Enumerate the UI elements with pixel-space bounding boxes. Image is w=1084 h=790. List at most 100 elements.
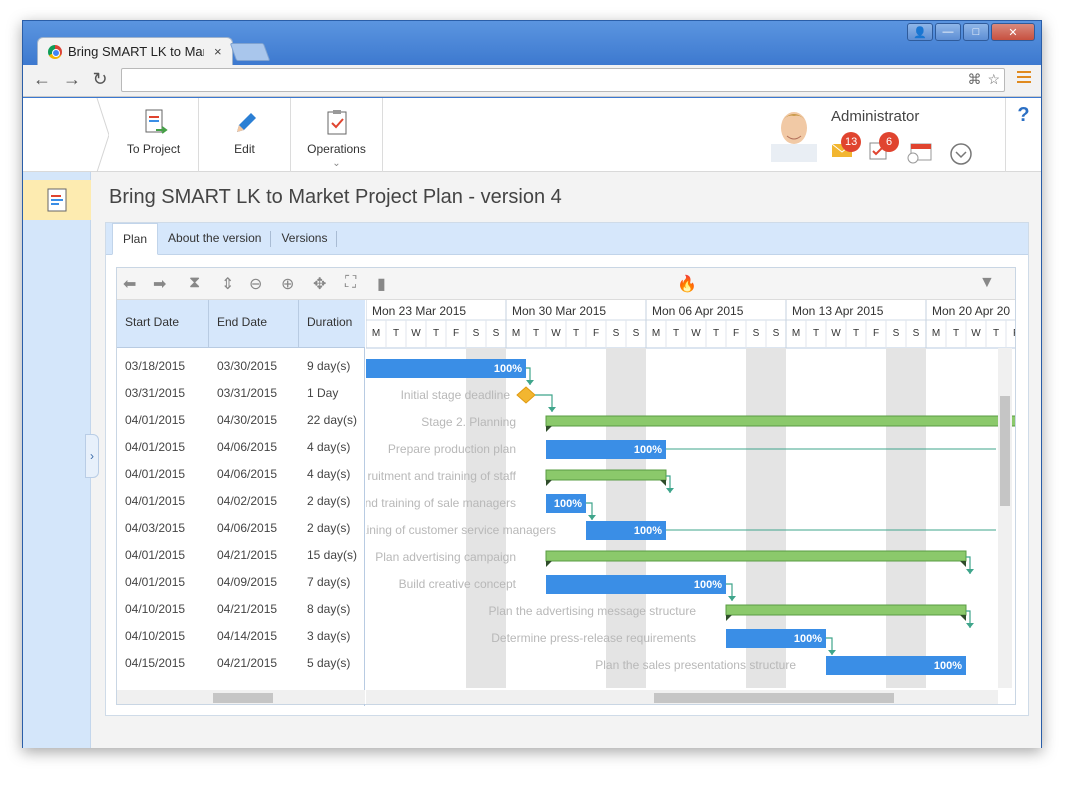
minimize-button[interactable]: —	[935, 23, 961, 41]
task-progress-label: 100%	[494, 363, 522, 375]
task-label: Build creative concept	[399, 577, 517, 591]
calendar-icon[interactable]	[907, 142, 933, 169]
day-letter: W	[411, 328, 421, 339]
end-date-cell: 03/30/2015	[217, 358, 278, 373]
day-letter: T	[433, 328, 439, 339]
table-row[interactable]: 04/10/2015 04/14/2015 3 day(s)	[117, 622, 365, 649]
maximize-button[interactable]: □	[963, 23, 989, 41]
pencil-icon	[231, 108, 259, 136]
start-date-cell: 04/15/2015	[125, 655, 186, 670]
back-arrow-icon[interactable]: ←	[31, 69, 53, 90]
day-letter: T	[713, 328, 719, 339]
day-letter: S	[773, 328, 780, 339]
task-label: Prepare production plan	[388, 442, 516, 456]
task-label: Determine press-release requirements	[491, 631, 696, 645]
day-letter: M	[792, 328, 800, 339]
to-project-label: To Project	[126, 142, 181, 156]
chrome-logo-icon	[48, 44, 62, 59]
tab-versions[interactable]: Versions	[271, 223, 338, 255]
chevron-down-icon: ⌄	[332, 158, 341, 169]
column-start-date[interactable]: Start Date	[117, 300, 209, 348]
operations-label: Operations	[307, 142, 366, 156]
forward-arrow-icon[interactable]: →	[61, 69, 83, 90]
duration-cell: 1 Day	[307, 385, 339, 400]
chevron-right-icon: ›	[90, 449, 94, 463]
browser-tab[interactable]: Bring SMART LK to Marke ×	[37, 37, 233, 65]
browser-toolbar: ← → ↻ ⌘ ☆	[23, 65, 1041, 97]
grid-scrollbar[interactable]	[117, 690, 365, 704]
day-letter: T	[673, 328, 679, 339]
edit-button[interactable]: Edit	[199, 98, 291, 172]
table-row[interactable]: 04/01/2015 04/06/2015 4 day(s)	[117, 460, 365, 487]
summary-right-tick	[660, 480, 666, 486]
sidebar-item-plan[interactable]	[23, 180, 91, 220]
start-date-cell: 03/18/2015	[125, 358, 186, 373]
user-profile-button[interactable]: 👤	[907, 23, 933, 41]
bar-chart-icon[interactable]: ▮	[377, 274, 386, 294]
zoom-in-icon[interactable]: ⊕	[281, 274, 294, 294]
avatar[interactable]	[771, 106, 817, 162]
filter-icon[interactable]: ▼	[979, 274, 995, 292]
operations-button[interactable]: Operations ⌄	[291, 98, 383, 172]
day-letter: S	[913, 328, 920, 339]
fit-screen-icon[interactable]: ⛶	[345, 274, 356, 292]
to-project-button[interactable]: To Project	[109, 98, 199, 172]
table-row[interactable]: 03/31/2015 03/31/2015 1 Day	[117, 379, 365, 406]
dependency-arrowhead	[588, 515, 596, 520]
duration-cell: 15 day(s)	[307, 547, 358, 562]
task-label: raining of customer service managers	[366, 523, 556, 537]
zoom-out-icon[interactable]: ⊖	[249, 274, 262, 294]
column-end-date[interactable]: End Date	[209, 300, 299, 348]
expand-icon[interactable]: ⇕	[221, 274, 234, 294]
tab-plan[interactable]: Plan	[112, 223, 159, 255]
version-tabs: Plan About the version Versions	[106, 223, 1028, 255]
tasks-count-badge: 6	[879, 132, 899, 152]
column-duration[interactable]: Duration	[299, 300, 365, 348]
dependency-arrowhead	[728, 596, 736, 601]
table-row[interactable]: 04/15/2015 04/21/2015 5 day(s)	[117, 649, 365, 676]
table-row[interactable]: 04/01/2015 04/06/2015 4 day(s)	[117, 433, 365, 460]
duration-cell: 4 day(s)	[307, 466, 351, 481]
summary-bar	[545, 415, 1015, 427]
duration-cell: 4 day(s)	[307, 439, 351, 454]
address-bar[interactable]: ⌘ ☆	[121, 68, 1005, 92]
grid-scroll-thumb[interactable]	[213, 693, 273, 703]
tab-about-version[interactable]: About the version	[158, 223, 272, 255]
move-right-icon[interactable]: ➡	[153, 274, 166, 294]
new-tab-button[interactable]	[229, 43, 271, 61]
task-label: Plan advertising campaign	[375, 550, 516, 564]
move-left-icon[interactable]: ⬅	[123, 274, 136, 294]
table-row[interactable]: 04/03/2015 04/06/2015 2 day(s)	[117, 514, 365, 541]
user-name[interactable]: Administrator	[831, 108, 919, 125]
translate-icon[interactable]: ⌘	[967, 71, 981, 88]
bookmark-star-icon[interactable]: ☆	[987, 71, 1000, 88]
end-date-cell: 04/06/2015	[217, 466, 278, 481]
tab-close-icon[interactable]: ×	[214, 44, 222, 59]
critical-path-fire-icon[interactable]: 🔥	[677, 274, 697, 294]
task-label: Plan the advertising message structure	[489, 604, 697, 618]
mail-count-badge: 13	[841, 132, 862, 152]
table-row[interactable]: 04/01/2015 04/30/2015 22 day(s)	[117, 406, 365, 433]
dependency-arrowhead	[828, 650, 836, 655]
table-row[interactable]: 04/10/2015 04/21/2015 8 day(s)	[117, 595, 365, 622]
plan-panel: Plan About the version Versions ⬅ ➡ ⧗ ⇕ …	[105, 222, 1029, 716]
day-letter: M	[372, 328, 380, 339]
close-window-button[interactable]: ✕	[991, 23, 1035, 41]
table-row[interactable]: 04/01/2015 04/02/2015 2 day(s)	[117, 487, 365, 514]
gantt-toolbar: ⬅ ➡ ⧗ ⇕ ⊖ ⊕ ✥ ⛶ ▮ 🔥 ▼	[117, 268, 1015, 300]
move-icon[interactable]: ✥	[313, 274, 326, 294]
collapse-icon[interactable]: ⧗	[189, 274, 200, 292]
day-letter: F	[1013, 328, 1015, 339]
sidebar-expand-button[interactable]: ›	[85, 434, 99, 478]
browser-menu-icon[interactable]	[1017, 71, 1031, 86]
day-letter: F	[733, 328, 739, 339]
gantt-grid: Start Date End Date Duration 03/18/2015 0…	[117, 300, 365, 706]
duration-cell: 22 day(s)	[307, 412, 358, 427]
help-button[interactable]: ?	[1005, 98, 1041, 172]
table-row[interactable]: 04/01/2015 04/09/2015 7 day(s)	[117, 568, 365, 595]
table-row[interactable]: 03/18/2015 03/30/2015 9 day(s)	[117, 352, 365, 379]
reload-icon[interactable]: ↻	[89, 69, 111, 90]
expand-user-menu-icon[interactable]	[949, 142, 973, 171]
table-row[interactable]: 04/01/2015 04/21/2015 15 day(s)	[117, 541, 365, 568]
task-progress-label: 100%	[634, 444, 662, 456]
